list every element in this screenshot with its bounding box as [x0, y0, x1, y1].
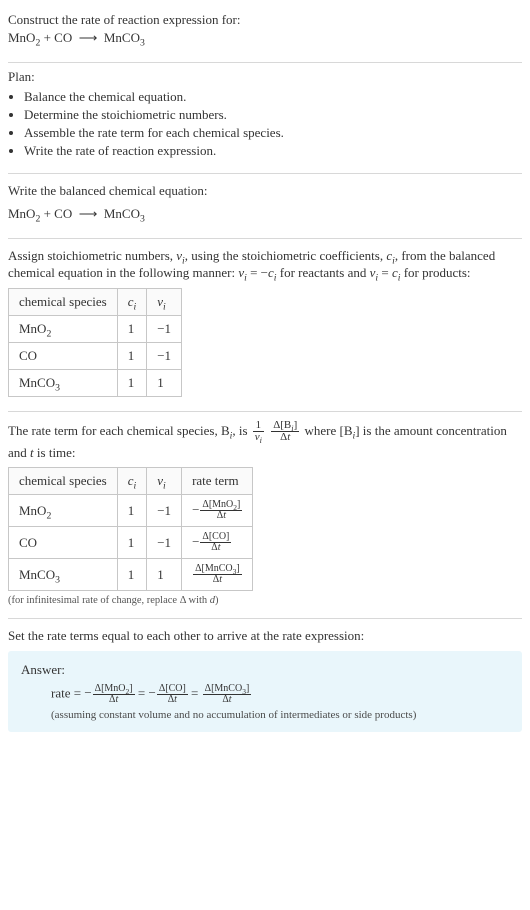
table-row: CO 1 −1	[9, 342, 182, 369]
cell-rateterm: −Δ[MnO2]Δt	[182, 495, 253, 527]
delta-b-frac: Δ[Bi] Δt	[271, 420, 299, 444]
cell-ci: 1	[117, 315, 147, 342]
cell-ci: 1	[117, 369, 147, 396]
cell-vi: −1	[147, 315, 182, 342]
cell-rateterm: −Δ[CO]Δt	[182, 527, 253, 559]
setequal-section: Set the rate terms equal to each other t…	[8, 621, 522, 742]
rateterm-intro-mid: , is	[232, 423, 250, 438]
col-vi: νi	[147, 468, 182, 495]
cell-ci: 1	[117, 559, 147, 591]
cell-ci: 1	[117, 495, 147, 527]
frac-den: Δt	[193, 575, 242, 585]
cell-vi: −1	[147, 495, 182, 527]
rateterm-section: The rate term for each chemical species,…	[8, 414, 522, 617]
col-vi: νi	[147, 288, 182, 315]
cell-vi: 1	[147, 559, 182, 591]
plan-item: Determine the stoichiometric numbers.	[24, 107, 522, 123]
problem-equation: MnO2 + CO ⟶ MnCO3	[8, 30, 522, 46]
neg-sign: −	[148, 685, 155, 700]
problem-title: Construct the rate of reaction expressio…	[8, 12, 522, 28]
frac-den: Δt	[200, 511, 242, 521]
plan-list: Balance the chemical equation. Determine…	[8, 89, 522, 159]
cell-species: CO	[9, 527, 118, 559]
frac-den: Δt	[93, 695, 135, 705]
divider	[8, 238, 522, 239]
eq-sign: =	[138, 685, 149, 700]
frac-den: Δt	[200, 543, 231, 553]
neg-sign: −	[192, 502, 199, 517]
frac-den: Δt	[271, 432, 299, 444]
cell-species: MnCO3	[9, 559, 118, 591]
rateterm-table: chemical species ci νi rate term MnO2 1 …	[8, 467, 253, 591]
divider	[8, 62, 522, 63]
rate-frac: Δ[MnCO3]Δt	[193, 564, 242, 585]
col-species: chemical species	[9, 468, 118, 495]
cell-rateterm: Δ[MnCO3]Δt	[182, 559, 253, 591]
answer-box: Answer: rate = −Δ[MnO2]Δt = −Δ[CO]Δt = Δ…	[8, 651, 522, 732]
balanced-section: Write the balanced chemical equation: Mn…	[8, 176, 522, 236]
cell-vi: −1	[147, 342, 182, 369]
assign-paragraph: Assign stoichiometric numbers, νi, using…	[8, 247, 522, 282]
cell-ci: 1	[117, 527, 147, 559]
neg-sign: −	[192, 534, 199, 549]
cell-species: MnCO3	[9, 369, 118, 396]
cell-vi: −1	[147, 527, 182, 559]
answer-rate-expression: rate = −Δ[MnO2]Δt = −Δ[CO]Δt = Δ[MnCO3]Δ…	[21, 684, 509, 705]
divider	[8, 173, 522, 174]
cell-vi: 1	[147, 369, 182, 396]
rate-word: rate =	[51, 685, 84, 700]
rateterm-paragraph: The rate term for each chemical species,…	[8, 420, 522, 462]
plan-item: Write the rate of reaction expression.	[24, 143, 522, 159]
rate-frac: Δ[MnO2]Δt	[93, 684, 135, 705]
setequal-text: Set the rate terms equal to each other t…	[8, 627, 522, 645]
rate-frac: Δ[CO]Δt	[157, 684, 188, 705]
plan-section: Plan: Balance the chemical equation. Det…	[8, 65, 522, 171]
col-rateterm: rate term	[182, 468, 253, 495]
eq-sign: =	[191, 685, 202, 700]
table-row: MnCO3 1 1 Δ[MnCO3]Δt	[9, 559, 253, 591]
problem-statement: Construct the rate of reaction expressio…	[8, 8, 522, 60]
divider	[8, 411, 522, 412]
cell-species: CO	[9, 342, 118, 369]
stoich-table: chemical species ci νi MnO2 1 −1 CO 1 −1…	[8, 288, 182, 397]
rate-frac: Δ[MnO2]Δt	[200, 500, 242, 521]
plan-item: Assemble the rate term for each chemical…	[24, 125, 522, 141]
cell-species: MnO2	[9, 495, 118, 527]
table-row: CO 1 −1 −Δ[CO]Δt	[9, 527, 253, 559]
answer-label: Answer:	[21, 662, 509, 678]
rate-frac: Δ[CO]Δt	[200, 532, 231, 553]
divider	[8, 618, 522, 619]
frac-den: νi	[253, 432, 264, 444]
table-row: MnO2 1 −1	[9, 315, 182, 342]
cell-species: MnO2	[9, 315, 118, 342]
table-row: MnO2 1 −1 −Δ[MnO2]Δt	[9, 495, 253, 527]
rateterm-footnote: (for infinitesimal rate of change, repla…	[8, 595, 522, 606]
one-over-nu-frac: 1 νi	[253, 420, 264, 444]
balanced-label: Write the balanced chemical equation:	[8, 182, 522, 200]
col-species: chemical species	[9, 288, 118, 315]
frac-den: Δt	[203, 695, 252, 705]
col-ci: ci	[117, 468, 147, 495]
rate-frac: Δ[MnCO3]Δt	[203, 684, 252, 705]
col-ci: ci	[117, 288, 147, 315]
plan-label: Plan:	[8, 69, 522, 85]
neg-sign: −	[84, 685, 91, 700]
frac-den: Δt	[157, 695, 188, 705]
assign-section: Assign stoichiometric numbers, νi, using…	[8, 241, 522, 409]
table-header-row: chemical species ci νi rate term	[9, 468, 253, 495]
table-header-row: chemical species ci νi	[9, 288, 182, 315]
rateterm-intro-pre: The rate term for each chemical species,…	[8, 423, 230, 438]
answer-note: (assuming constant volume and no accumul…	[21, 709, 509, 721]
balanced-equation: MnO2 + CO ⟶ MnCO3	[8, 206, 522, 222]
cell-ci: 1	[117, 342, 147, 369]
table-row: MnCO3 1 1	[9, 369, 182, 396]
plan-item: Balance the chemical equation.	[24, 89, 522, 105]
